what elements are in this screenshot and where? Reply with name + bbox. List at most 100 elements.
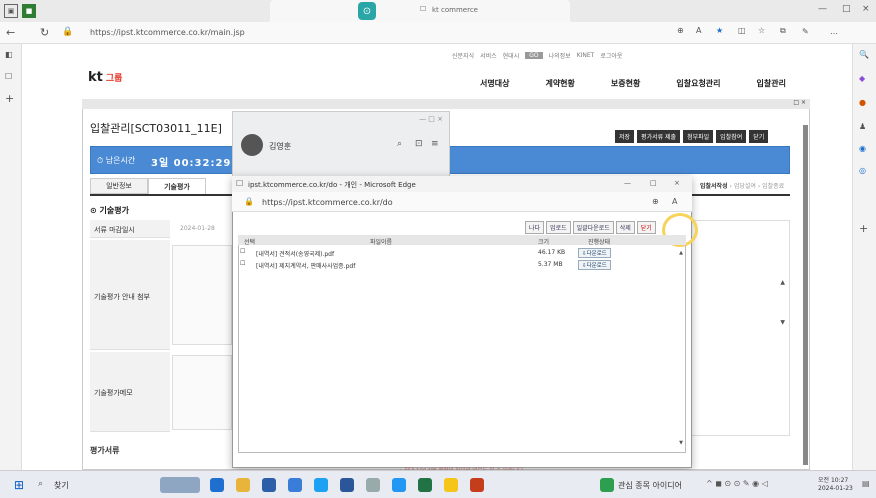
- table-row[interactable]: ☐ [내역서] 견적서(송영국제).pdf 46.17 KB ⇩다운로드: [238, 248, 686, 258]
- clock-time[interactable]: 오전 10:27: [818, 475, 848, 484]
- profile-icon[interactable]: ▣: [4, 4, 18, 18]
- workspaces-icon[interactable]: ☐: [5, 72, 12, 81]
- zoom-icon[interactable]: ⊕: [652, 197, 659, 206]
- shopping-icon[interactable]: ●: [859, 98, 866, 107]
- scroll-up-icon[interactable]: ▲: [780, 279, 785, 286]
- chrome-app-icon[interactable]: [314, 478, 328, 492]
- discover-icon[interactable]: ◆: [859, 74, 865, 83]
- stock-icon[interactable]: [600, 478, 614, 492]
- row-checkbox[interactable]: ☐: [240, 248, 245, 255]
- extension-icon[interactable]: ⊙: [358, 2, 376, 20]
- tab-tech-eval[interactable]: 기술평가: [148, 178, 206, 194]
- nav-item[interactable]: 서명대상: [480, 78, 509, 89]
- search-sidebar-icon[interactable]: 🔍: [859, 50, 869, 59]
- table-row[interactable]: ☐ [내역서] 제지계약서, 판매사사업증.pdf 5.37 MB ⇩다운로드: [238, 260, 686, 270]
- favorites-icon[interactable]: ☆: [758, 26, 765, 35]
- popup-address-bar[interactable]: 🔒 https://ipst.ktcommerce.co.kr/do ⊕ A: [232, 192, 692, 212]
- download-button[interactable]: ⇩다운로드: [578, 248, 611, 258]
- notification-icon[interactable]: ▤: [862, 479, 870, 488]
- scroll-down-icon[interactable]: ▼: [780, 319, 785, 326]
- zoom-icon[interactable]: ⊕: [677, 26, 684, 35]
- split-icon[interactable]: ◫: [738, 26, 746, 35]
- extensions-icon[interactable]: ✎: [802, 27, 809, 36]
- row-checkbox[interactable]: ☐: [240, 260, 245, 267]
- popup-close-icon[interactable]: ×: [674, 179, 680, 187]
- taskbar-search-text[interactable]: 찾기: [54, 480, 69, 491]
- app-icon[interactable]: ■: [22, 4, 36, 18]
- attachment-button[interactable]: 첨부파일: [683, 130, 714, 143]
- browser-tab[interactable]: ☐ kt commerce: [270, 0, 570, 22]
- new-tab-icon[interactable]: +: [5, 92, 14, 105]
- nav-item[interactable]: 입찰관리: [757, 78, 786, 89]
- search-icon[interactable]: ⌕: [38, 479, 43, 489]
- panel-controls-icon[interactable]: □ ×: [793, 99, 806, 106]
- top-link[interactable]: KINET: [577, 52, 595, 59]
- upload-button[interactable]: 업로드: [546, 221, 571, 234]
- favorite-star-icon[interactable]: ★: [716, 26, 723, 35]
- file-name[interactable]: [내역서] 견적서(송영국제).pdf: [256, 249, 334, 258]
- popup-url: https://ipst.ktcommerce.co.kr/do: [262, 198, 393, 207]
- pdf-app-icon[interactable]: [470, 478, 484, 492]
- widget-text[interactable]: 관심 종목 아이디어: [618, 480, 682, 491]
- excel-app-icon[interactable]: [418, 478, 432, 492]
- bid-button[interactable]: 입찰참여: [716, 130, 747, 143]
- url-field[interactable]: https://ipst.ktcommerce.co.kr/main.jsp ⊕…: [82, 25, 786, 41]
- edge-icon[interactable]: ⊡: [415, 139, 423, 149]
- back-icon[interactable]: ←: [6, 26, 15, 39]
- download-button[interactable]: ⇩다운로드: [578, 260, 611, 270]
- minimize-icon[interactable]: —: [818, 4, 827, 14]
- file-name[interactable]: [내역서] 제지계약서, 판매사사업증.pdf: [256, 261, 355, 270]
- person-icon[interactable]: ♟: [859, 122, 866, 131]
- tools-icon[interactable]: ◉: [859, 144, 866, 153]
- bulk-download-button[interactable]: 일괄다운로드: [572, 221, 614, 234]
- col-select: 선택: [244, 239, 256, 246]
- widget-thumbnail[interactable]: [160, 477, 200, 493]
- close-icon[interactable]: ×: [862, 4, 870, 14]
- add-sidebar-icon[interactable]: +: [859, 222, 868, 235]
- word-app-icon[interactable]: [340, 478, 354, 492]
- scroll-down-icon[interactable]: ▼: [679, 440, 683, 446]
- chat-app-icon[interactable]: [444, 478, 458, 492]
- go-button[interactable]: GO: [525, 51, 543, 59]
- read-aloud-icon[interactable]: A: [672, 197, 677, 206]
- tab-actions-icon[interactable]: ◧: [5, 50, 13, 59]
- profile-window-controls[interactable]: — □ ×: [419, 115, 443, 123]
- edge-app-icon[interactable]: [210, 478, 224, 492]
- tool-app-icon[interactable]: [366, 478, 380, 492]
- clock-date[interactable]: 2024-01-23: [818, 485, 853, 492]
- maximize-icon[interactable]: □: [842, 4, 851, 14]
- tray-icons[interactable]: ^ ◼ ⊙ ⊙ ✎ ◉ ◁: [706, 479, 768, 488]
- nav-item[interactable]: 계약현황: [545, 78, 574, 89]
- popup-maximize-icon[interactable]: □: [650, 179, 657, 187]
- popup-minimize-icon[interactable]: —: [624, 179, 631, 187]
- folder-button[interactable]: 나다: [525, 221, 545, 234]
- top-link[interactable]: 현대시: [503, 51, 520, 60]
- tab-general[interactable]: 일반정보: [90, 178, 148, 194]
- read-aloud-icon[interactable]: A: [696, 26, 701, 35]
- memo-area[interactable]: [172, 355, 232, 430]
- explorer-app-icon[interactable]: [236, 478, 250, 492]
- mail-app-icon[interactable]: [288, 478, 302, 492]
- save-button[interactable]: 저장: [615, 130, 635, 143]
- nav-item[interactable]: 입찰요청관리: [676, 78, 720, 89]
- nav-item[interactable]: 보증현황: [611, 78, 640, 89]
- start-icon[interactable]: ⊞: [14, 478, 24, 492]
- app-icon[interactable]: [392, 478, 406, 492]
- close-button[interactable]: 닫기: [749, 130, 769, 143]
- logo[interactable]: kt 그룹: [88, 70, 122, 85]
- top-link[interactable]: 신문지식: [452, 51, 474, 60]
- submit-button[interactable]: 평가서류 제출: [637, 130, 681, 143]
- top-link[interactable]: 나의정보: [549, 51, 571, 60]
- games-icon[interactable]: ◎: [859, 166, 866, 175]
- popup-close-button[interactable]: 닫기: [636, 221, 656, 234]
- delete-button[interactable]: 삭제: [615, 221, 635, 234]
- logout-link[interactable]: 로그아웃: [600, 51, 622, 60]
- more-icon[interactable]: …: [830, 27, 838, 36]
- collections-icon[interactable]: ⧉: [780, 26, 786, 36]
- top-link[interactable]: 서비스: [480, 51, 497, 60]
- page-scrollbar[interactable]: [803, 125, 808, 465]
- search-icon[interactable]: ⌕: [397, 139, 402, 149]
- menu-icon[interactable]: ≡: [431, 139, 439, 149]
- refresh-icon[interactable]: ↻: [40, 26, 49, 39]
- store-app-icon[interactable]: [262, 478, 276, 492]
